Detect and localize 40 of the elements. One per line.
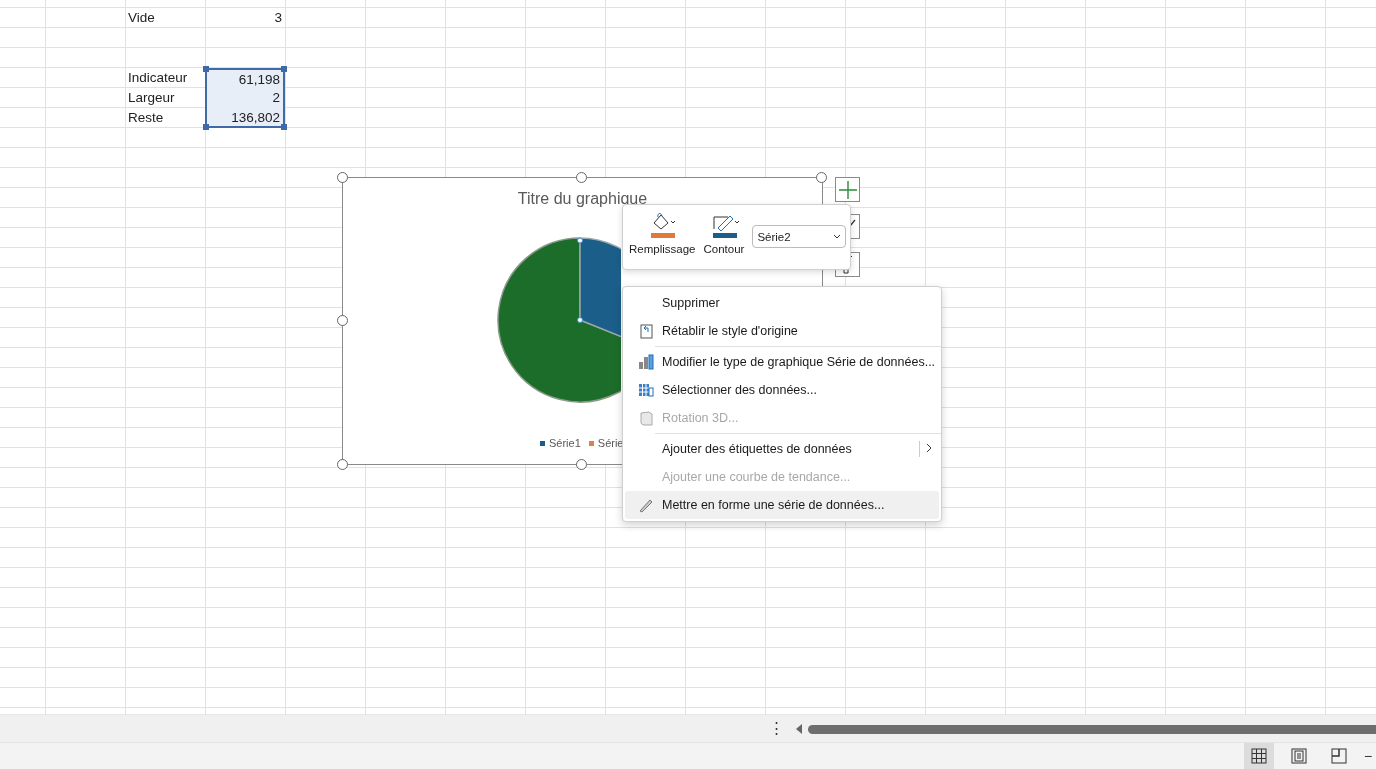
chart-elements-button[interactable]: [835, 177, 860, 202]
cell-label: Reste: [127, 109, 165, 127]
reset-style-icon: [638, 323, 654, 339]
resize-handle[interactable]: [337, 172, 348, 183]
table-icon: [638, 382, 654, 398]
view-button[interactable]: [1244, 743, 1274, 769]
chevron-down-icon: [833, 233, 841, 240]
cube-icon: [638, 410, 654, 426]
more-options[interactable]: ⋮: [769, 719, 784, 737]
chart-title: Titre du graphique: [517, 190, 648, 208]
legend-label: Série: [597, 437, 624, 449]
cell-value: 3: [273, 9, 283, 27]
selection-handle[interactable]: [203, 66, 209, 72]
zoom-out[interactable]: −: [1364, 748, 1376, 764]
fill-button[interactable]: Remplissage: [629, 211, 696, 255]
selection-handle[interactable]: [203, 124, 209, 130]
page-break-view-icon: [1331, 748, 1347, 764]
resize-handle[interactable]: [816, 172, 827, 183]
cell-label: Largeur: [127, 89, 176, 107]
resize-handle[interactable]: [337, 459, 348, 470]
cell-label: Vide: [127, 9, 156, 27]
selection-handle[interactable]: [281, 66, 287, 72]
cell-label: Indicateur: [127, 69, 189, 87]
menu-item[interactable]: Mettre en forme une série de données...: [625, 491, 939, 519]
bar-chart-icon: [638, 354, 654, 370]
resize-handle[interactable]: [576, 172, 587, 183]
cell-value: 136,802: [205, 108, 285, 128]
scroll-left-icon[interactable]: [795, 723, 803, 735]
legend-label: Série1: [549, 437, 581, 449]
series-dropdown[interactable]: Série2: [752, 225, 846, 248]
resize-handle[interactable]: [337, 315, 348, 326]
plus-icon: [837, 179, 858, 200]
outline-button[interactable]: Contour: [703, 211, 745, 255]
cell-value: 2: [205, 88, 285, 108]
cell-value: 61,198: [205, 68, 285, 88]
page-layout-view-icon: [1291, 748, 1307, 764]
normal-view-icon: [1251, 748, 1267, 764]
selection-handle[interactable]: [281, 124, 287, 130]
resize-handle[interactable]: [576, 459, 587, 470]
scroll-thumb[interactable]: [808, 725, 1376, 734]
